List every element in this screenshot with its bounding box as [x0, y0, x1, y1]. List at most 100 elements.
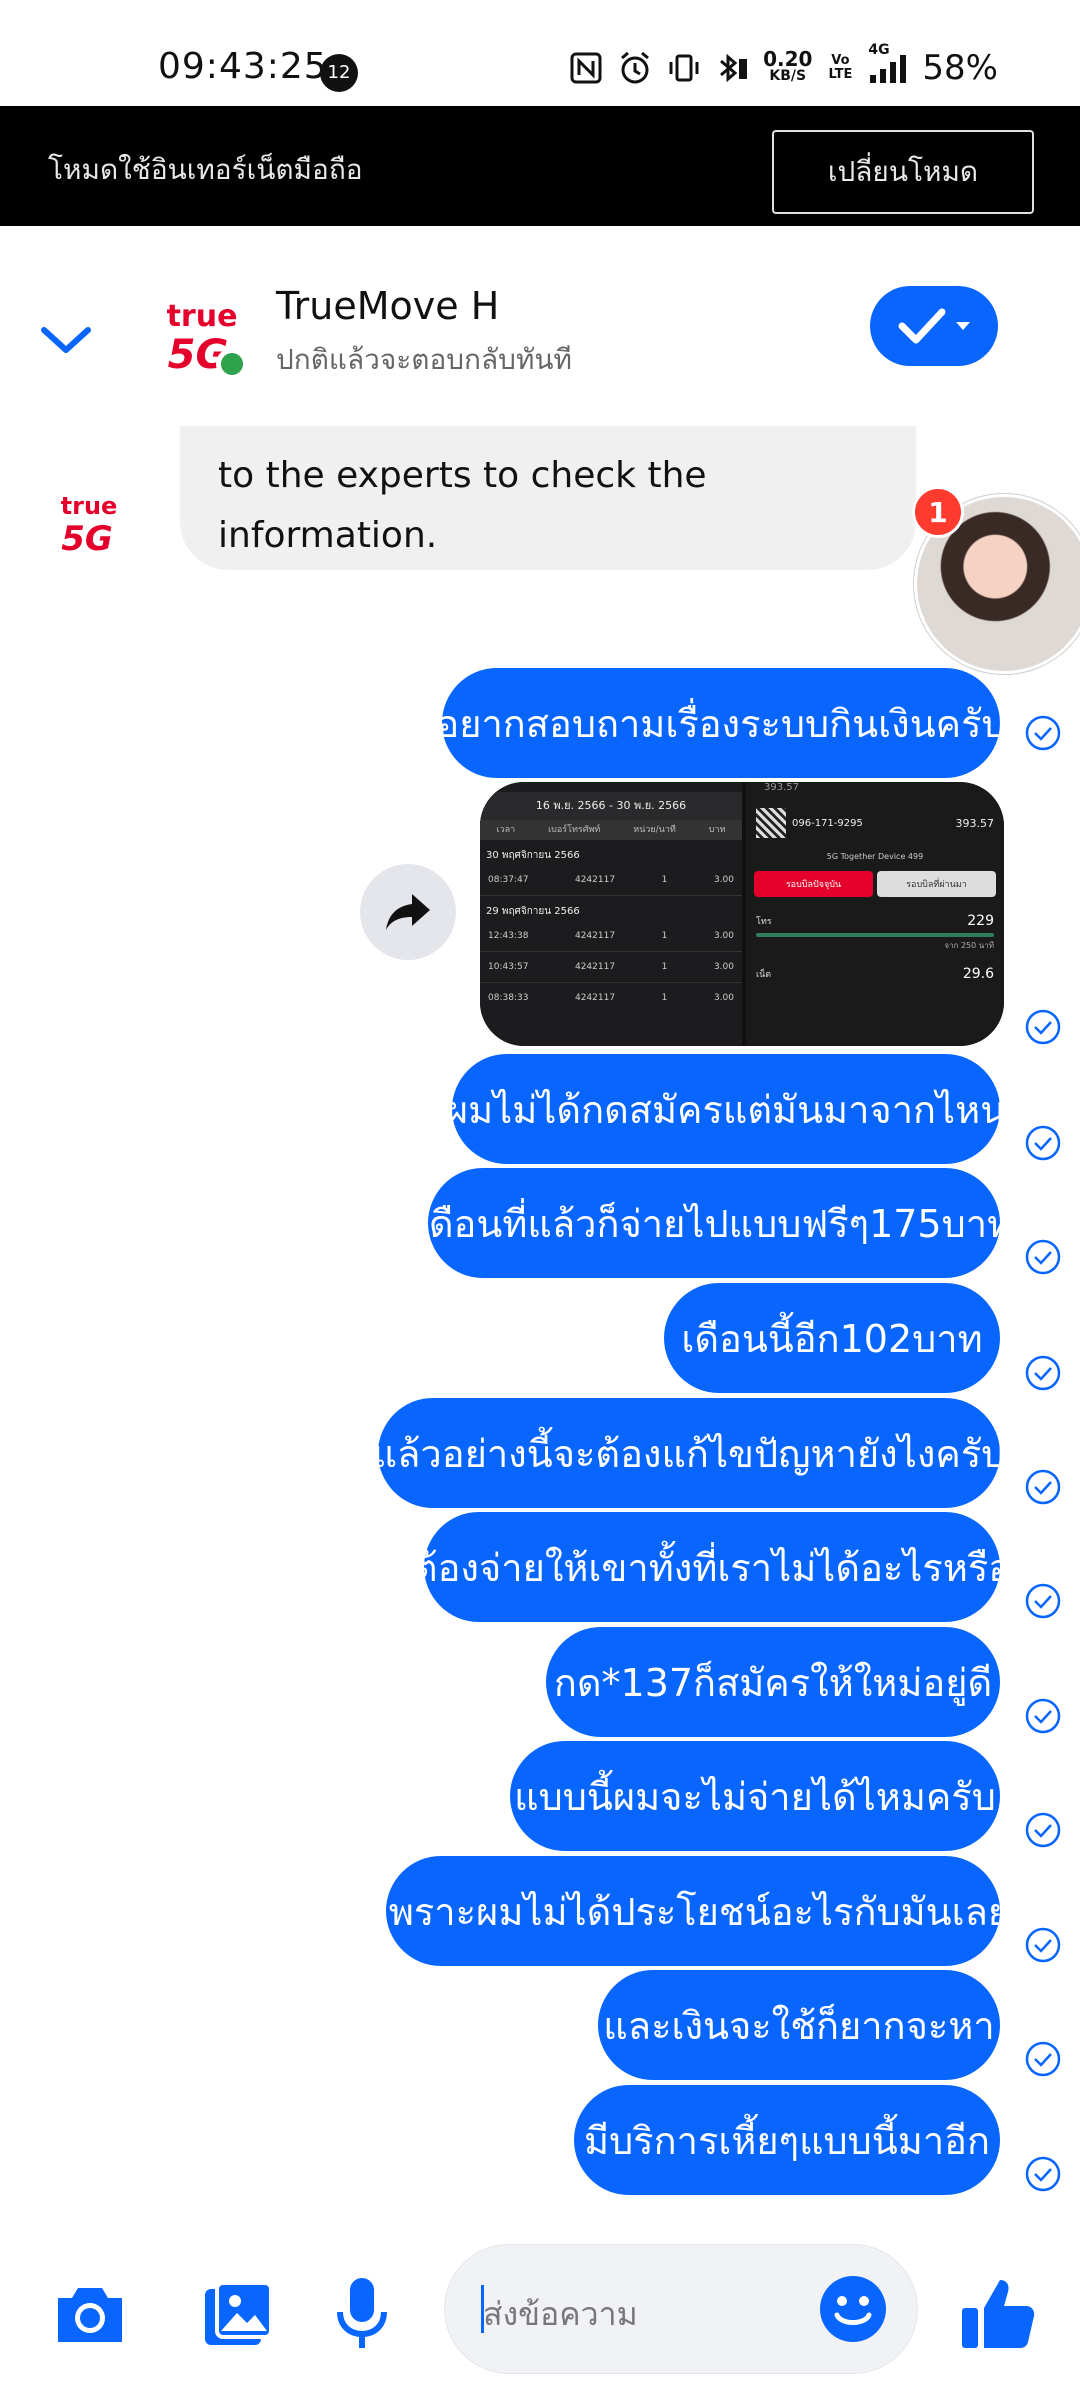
col-header: บาท	[708, 825, 726, 835]
emoji-icon[interactable]	[817, 2273, 889, 2345]
outgoing-message-bubble[interactable]: อยากสอบถามเรื่องระบบกินเงินครับ	[436, 668, 1006, 778]
outgoing-message-bubble[interactable]: เดือนที่แล้วก็จ่ายไปแบบฟรีๆ175บาท	[416, 1168, 1012, 1278]
sent-check-icon	[1025, 2156, 1061, 2192]
thumbs-up-icon[interactable]	[958, 2274, 1038, 2354]
call-history-screenshot: 16 พ.ย. 2566 - 30 พ.ย. 2566 เวลา เบอร์โท…	[480, 782, 742, 1046]
network-speed: 0.20 KB/S	[763, 47, 813, 86]
sent-check-icon	[1025, 1583, 1061, 1619]
bill-amount-top: 393.57	[764, 782, 799, 793]
call-baht: 3.00	[713, 931, 734, 941]
call-baht: 3.00	[713, 993, 734, 1003]
bill-phone: 096-171-9295	[792, 817, 863, 829]
chat-head-bubble[interactable]: 1	[912, 486, 1080, 674]
logo-text-true: true	[61, 492, 118, 520]
call-usage-sub: จาก 250 นาที	[944, 941, 994, 950]
call-number: 4242117	[574, 962, 616, 972]
battery-percent: 58%	[922, 48, 998, 88]
call-number: 4242117	[574, 931, 616, 941]
nfc-icon	[569, 50, 603, 86]
outgoing-message-bubble[interactable]: เดือนนี้อีก102บาท	[664, 1283, 1000, 1393]
online-status-dot	[216, 348, 248, 380]
check-menu-button[interactable]	[870, 286, 998, 366]
outgoing-message-bubble[interactable]: ต้องจ่ายให้เขาทั้งที่เราไม่ได้อะไรหรือ	[413, 1512, 1011, 1622]
call-units: 1	[661, 931, 668, 941]
call-time: 08:37:47	[488, 875, 529, 885]
sent-check-icon	[1025, 2041, 1061, 2077]
sent-check-icon	[1025, 1927, 1061, 1963]
call-usage-value: 229	[967, 913, 994, 929]
call-number: 4242117	[574, 875, 616, 885]
bill-tab-current: รอบบิลปัจจุบัน	[754, 871, 873, 897]
logo-text-5g: 5G	[61, 519, 113, 559]
message-input[interactable]: ส่งข้อความ	[444, 2244, 918, 2374]
message-text: ต้องจ่ายให้เขาทั้งที่เราไม่ได้อะไรหรือ	[412, 1545, 1012, 1590]
incoming-message-bubble[interactable]: to the experts to check the information.	[180, 426, 916, 570]
contact-status: ปกติแล้วจะตอบกลับทันที	[276, 343, 572, 376]
call-usage-label: โทร	[756, 917, 772, 927]
incoming-message-line: information.	[218, 515, 438, 556]
network-type: 4G	[868, 42, 890, 58]
message-text: แบบนี้ผมจะไม่จ่ายได้ไหมครับ	[514, 1774, 996, 1819]
chevron-down-icon[interactable]	[36, 310, 96, 370]
outgoing-message-bubble[interactable]: กด*137ก็สมัครให้ใหม่อยู่ดี	[546, 1627, 1000, 1737]
message-text: แล้วอย่างนี้จะต้องแก้ไขปัญหายังไงครับ	[372, 1431, 1006, 1476]
qr-code-icon	[756, 808, 786, 838]
net-speed-value: 0.20	[763, 47, 813, 71]
col-header: เบอร์โทรศัพท์	[548, 825, 601, 835]
sent-check-icon	[1025, 1812, 1061, 1848]
volte-label: Vo LTE	[828, 53, 853, 82]
bill-tab-previous: รอบบิลที่ผ่านมา	[877, 871, 996, 897]
call-time: 10:43:57	[488, 962, 529, 972]
outgoing-message-bubble[interactable]: ผมไม่ได้กดสมัครแต่มันมาจากไหน	[446, 1054, 1006, 1164]
message-text: กด*137ก็สมัครให้ใหม่อยู่ดี	[553, 1660, 993, 1705]
message-text: เดือนนี้อีก102บาท	[681, 1316, 983, 1361]
group-date: 29 พฤศจิกายน 2566	[486, 906, 580, 917]
group-date: 30 พฤศจิกายน 2566	[486, 850, 580, 861]
sent-check-icon	[1025, 1125, 1061, 1161]
logo-text-true: true	[167, 299, 238, 334]
call-baht: 3.00	[713, 962, 734, 972]
outgoing-message-bubble[interactable]: เพราะผมไม่ได้ประโยชน์อะไรกับมันเลย	[376, 1856, 1010, 1966]
status-bar: 09:43:25 12 0.20 KB/S Vo LTE 4G 58%	[0, 0, 1080, 106]
net-speed-unit: KB/S	[769, 68, 807, 84]
chat-head-unread-badge: 1	[912, 486, 964, 538]
bill-amount: 393.57	[955, 816, 995, 830]
outgoing-message-bubble[interactable]: แล้วอย่างนี้จะต้องแก้ไขปัญหายังไงครับ	[373, 1398, 1005, 1508]
sent-check-icon	[1025, 1469, 1061, 1505]
chat-header: true 5G TrueMove H ปกติแล้วจะตอบกลับทันท…	[0, 226, 1080, 426]
data-usage-value: 29.6	[962, 966, 994, 982]
vibrate-icon	[667, 50, 701, 86]
message-text: เพราะผมไม่ได้ประโยชน์อะไรกับมันเลย	[375, 1889, 1011, 1934]
outgoing-message-bubble[interactable]: มีบริการเหี้ยๆแบบนี้มาอีก	[574, 2085, 1000, 2195]
gallery-icon[interactable]	[198, 2274, 278, 2354]
switch-mode-button[interactable]: เปลี่ยนโหมด	[772, 130, 1034, 214]
share-button[interactable]	[360, 864, 456, 960]
contact-name[interactable]: TrueMove H	[276, 284, 499, 328]
message-text: และเงินจะใช้ก็ยากจะหา	[603, 2003, 995, 2048]
date-range: 16 พ.ย. 2566 - 30 พ.ย. 2566	[480, 792, 742, 820]
call-time: 08:38:33	[488, 993, 529, 1003]
bill-package: 5G Together Device 499	[826, 852, 924, 861]
image-message[interactable]: 16 พ.ย. 2566 - 30 พ.ย. 2566 เวลา เบอร์โท…	[480, 782, 1004, 1046]
check-icon	[898, 308, 946, 344]
outgoing-message-bubble[interactable]: แบบนี้ผมจะไม่จ่ายได้ไหมครับ	[510, 1741, 1000, 1851]
sent-check-icon	[1025, 1355, 1061, 1391]
incoming-message-line: to the experts to check the	[218, 455, 707, 496]
call-units: 1	[661, 875, 668, 885]
outgoing-message-bubble[interactable]: และเงินจะใช้ก็ยากจะหา	[598, 1970, 1000, 2080]
col-header: หน่วย/นาที	[633, 825, 676, 835]
message-text: ผมไม่ได้กดสมัครแต่มันมาจากไหน	[445, 1087, 1007, 1132]
message-text: เดือนที่แล้วก็จ่ายไปแบบฟรีๆ175บาท	[415, 1201, 1013, 1246]
message-input-placeholder: ส่งข้อความ	[483, 2295, 638, 2333]
data-mode-text: โหมดใช้อินเทอร์เน็ตมือถือ	[48, 153, 363, 186]
call-baht: 3.00	[713, 875, 734, 885]
microphone-icon[interactable]	[322, 2274, 402, 2354]
data-usage-label: เน็ต	[756, 970, 772, 980]
alarm-icon	[617, 50, 653, 86]
message-text: อยากสอบถามเรื่องระบบกินเงินครับ	[436, 701, 1006, 746]
message-list[interactable]: to the experts to check the information.…	[0, 426, 1080, 2226]
camera-icon[interactable]	[50, 2274, 130, 2354]
sent-check-icon	[1025, 1009, 1061, 1045]
status-time: 09:43:25	[158, 46, 328, 87]
status-icons: 0.20 KB/S Vo LTE 4G 58%	[569, 42, 998, 92]
